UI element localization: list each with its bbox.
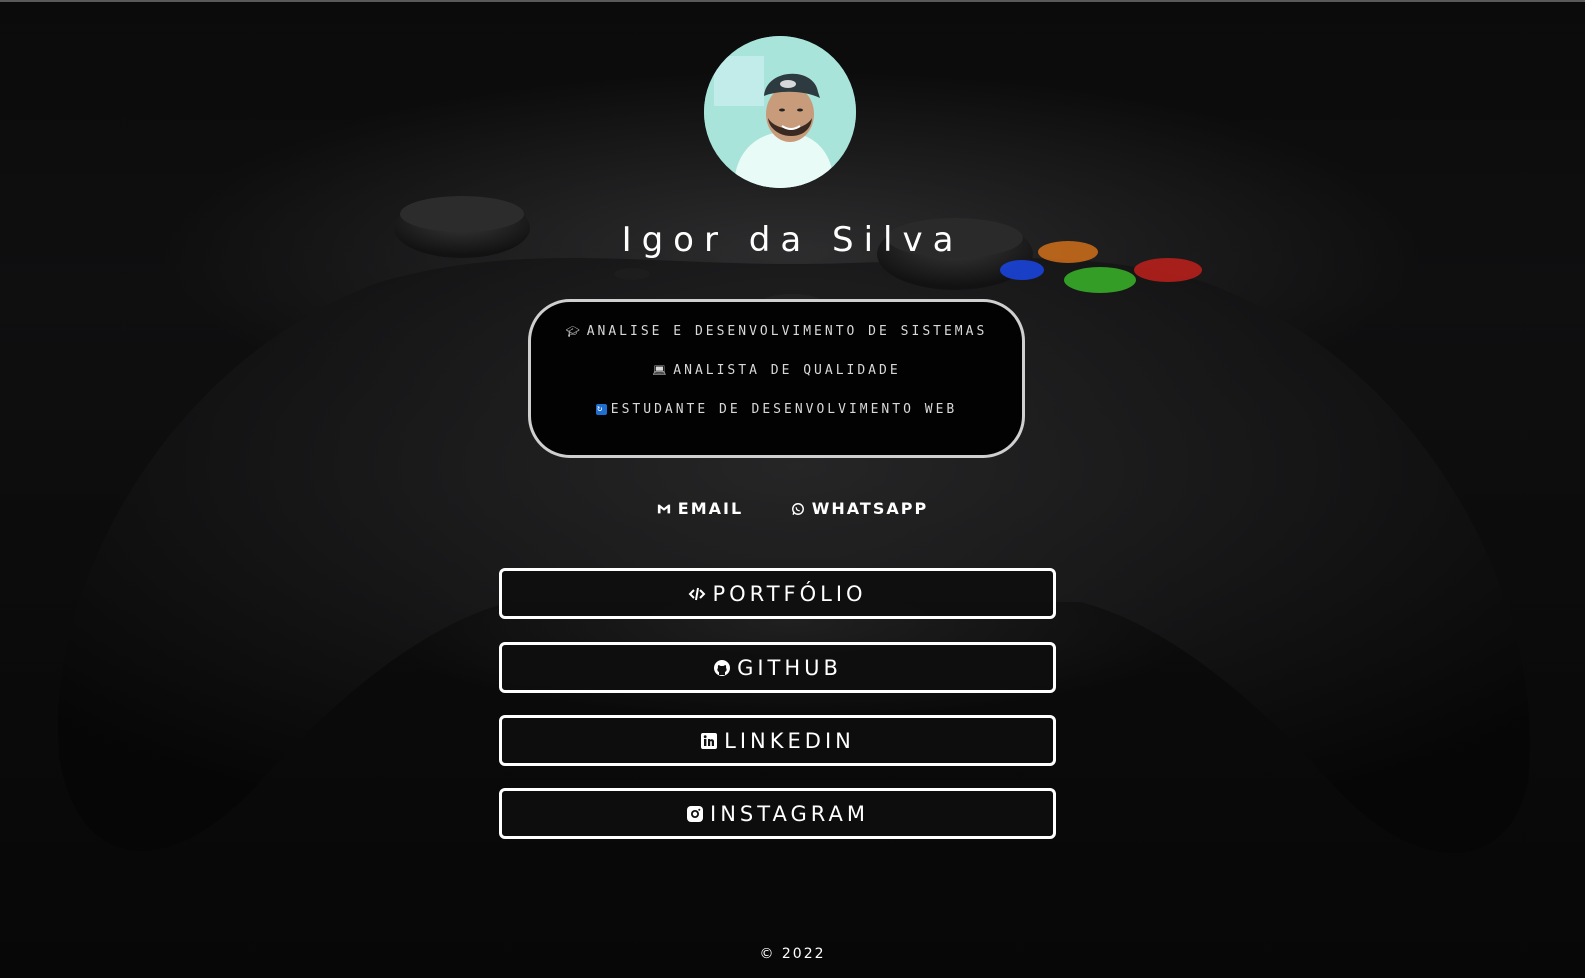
bio-line-job-text: ANALISTA DE QUALIDADE xyxy=(673,363,901,378)
page: Igor da Silva 🎓︎ ANALISE E DESENVOLVIMENT… xyxy=(0,0,1585,978)
profile-avatar xyxy=(704,36,856,188)
whatsapp-icon xyxy=(791,502,804,515)
portfolio-label: PORTFÓLIO xyxy=(712,581,867,606)
github-button[interactable]: GITHUB xyxy=(499,642,1056,693)
email-label: EMAIL xyxy=(677,499,744,518)
whatsapp-label: WHATSAPP xyxy=(811,499,929,518)
bio-line-job: 💻︎ ANALISTA DE QUALIDADE xyxy=(531,363,1022,378)
person-photo-icon xyxy=(704,36,856,188)
bio-box: 🎓︎ ANALISE E DESENVOLVIMENTO DE SISTEMAS … xyxy=(528,299,1025,458)
bio-line-study: ↻ ESTUDANTE DE DESENVOLVIMENTO WEB xyxy=(531,402,1022,417)
graduation-cap-icon: 🎓︎ xyxy=(565,325,583,338)
bio-line-course-text: ANALISE E DESENVOLVIMENTO DE SISTEMAS xyxy=(586,324,988,339)
bio-line-study-text: ESTUDANTE DE DESENVOLVIMENTO WEB xyxy=(610,402,958,417)
profile-name: Igor da Silva xyxy=(621,220,964,260)
instagram-button[interactable]: INSTAGRAM xyxy=(499,788,1056,839)
github-icon xyxy=(714,659,731,676)
linkedin-label: LINKEDIN xyxy=(724,728,855,753)
footer-copyright: © 2022 xyxy=(759,946,826,962)
email-link[interactable]: EMAIL xyxy=(657,499,743,518)
whatsapp-link[interactable]: WHATSAPP xyxy=(791,499,928,518)
instagram-icon xyxy=(687,805,704,822)
portfolio-button[interactable]: PORTFÓLIO xyxy=(499,568,1056,619)
code-icon xyxy=(689,587,706,600)
linkedin-icon xyxy=(701,732,718,749)
laptop-icon: 💻︎ xyxy=(652,364,670,377)
gmail-icon xyxy=(657,504,670,513)
instagram-label: INSTAGRAM xyxy=(710,801,869,826)
github-label: GITHUB xyxy=(737,655,842,680)
linkedin-button[interactable]: LINKEDIN xyxy=(499,715,1056,766)
contact-row: EMAIL WHATSAPP xyxy=(0,499,1585,520)
refresh-icon: ↻ xyxy=(595,404,607,415)
bio-line-course: 🎓︎ ANALISE E DESENVOLVIMENTO DE SISTEMAS xyxy=(531,324,1022,339)
